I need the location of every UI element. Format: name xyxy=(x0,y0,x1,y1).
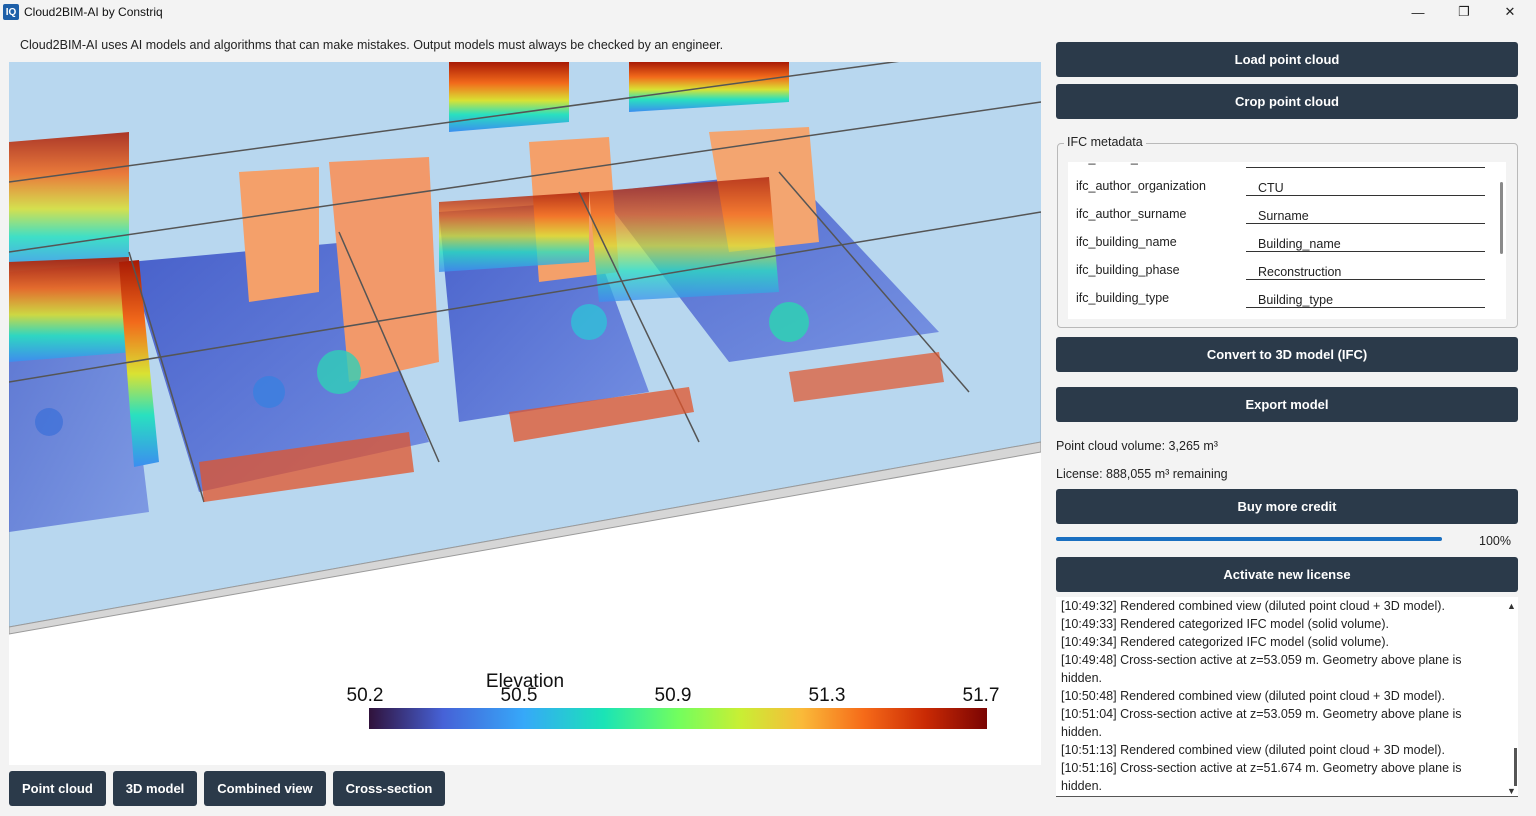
ifc-metadata-list[interactable]: ifc_author_name ifc_author_organization … xyxy=(1068,162,1506,319)
buy-more-credit-button[interactable]: Buy more credit xyxy=(1056,489,1518,524)
colorbar-tick: 50.9 xyxy=(654,685,692,706)
log-entry: [10:50:48] Rendered combined view (dilut… xyxy=(1061,689,1445,703)
app-logo-icon: IQ xyxy=(3,4,19,20)
window-title: Cloud2BIM-AI by Constriq xyxy=(24,5,163,19)
colorbar-tick: 50.2 xyxy=(346,685,384,706)
metadata-row: ifc_author_name xyxy=(1068,162,1506,172)
progress-bar xyxy=(1056,537,1442,541)
metadata-value-field[interactable]: Building_name xyxy=(1246,230,1485,252)
progress-bar-fill xyxy=(1056,537,1442,541)
metadata-key: ifc_building_phase xyxy=(1076,263,1180,277)
3d-viewport[interactable]: Elevation 50.2 50.5 50.9 51.3 51.7 xyxy=(9,62,1041,765)
metadata-row: ifc_building_phase Reconstruction xyxy=(1068,256,1506,284)
crop-point-cloud-button[interactable]: Crop point cloud xyxy=(1056,84,1518,119)
log-entry: [10:51:16] Cross-section active at z=51.… xyxy=(1061,761,1462,793)
load-point-cloud-button[interactable]: Load point cloud xyxy=(1056,42,1518,77)
metadata-value-field[interactable] xyxy=(1246,162,1485,168)
minimize-button[interactable]: — xyxy=(1395,0,1441,24)
metadata-value-field[interactable]: CTU xyxy=(1246,174,1485,196)
convert-to-ifc-button[interactable]: Convert to 3D model (IFC) xyxy=(1056,337,1518,372)
point-cloud-view-button[interactable]: Point cloud xyxy=(9,771,106,806)
metadata-value-field[interactable]: Building_type xyxy=(1246,286,1485,308)
log-output[interactable]: [10:49:32] Rendered combined view (dilut… xyxy=(1056,597,1518,797)
metadata-key: ifc_author_name xyxy=(1076,162,1169,165)
metadata-row: ifc_building_type Building_type xyxy=(1068,284,1506,312)
3d-model-view-button[interactable]: 3D model xyxy=(112,771,198,806)
colorbar-tick: 51.3 xyxy=(808,685,846,706)
log-entry: [10:51:04] Cross-section active at z=53.… xyxy=(1061,707,1462,739)
scroll-down-icon[interactable]: ▼ xyxy=(1507,786,1516,796)
elevation-colorbar xyxy=(369,708,987,729)
log-scrollbar[interactable] xyxy=(1514,748,1517,786)
metadata-row: ifc_author_organization CTU xyxy=(1068,172,1506,200)
colorbar-tick: 51.7 xyxy=(962,685,1000,706)
title-bar: IQ Cloud2BIM-AI by Constriq — ❐ ✕ xyxy=(0,0,1536,24)
view-tabs: Point cloud 3D model Combined view Cross… xyxy=(9,771,446,806)
export-model-button[interactable]: Export model xyxy=(1056,387,1518,422)
ifc-metadata-title: IFC metadata xyxy=(1064,135,1146,149)
close-button[interactable]: ✕ xyxy=(1487,0,1533,24)
cross-section-view-button[interactable]: Cross-section xyxy=(332,771,446,806)
scroll-up-icon[interactable]: ▲ xyxy=(1507,601,1516,611)
log-entry: [10:49:34] Rendered categorized IFC mode… xyxy=(1061,635,1389,649)
metadata-key: ifc_author_surname xyxy=(1076,207,1187,221)
combined-view-button[interactable]: Combined view xyxy=(204,771,326,806)
metadata-key: ifc_building_type xyxy=(1076,291,1170,305)
metadata-value-field[interactable]: Surname xyxy=(1246,202,1485,224)
colorbar-tick: 50.5 xyxy=(500,685,538,706)
activate-license-button[interactable]: Activate new license xyxy=(1056,557,1518,592)
point-cloud-volume-text: Point cloud volume: 3,265 m³ xyxy=(1056,439,1218,453)
license-remaining-text: License: 888,055 m³ remaining xyxy=(1056,467,1228,481)
log-entry: [10:49:32] Rendered combined view (dilut… xyxy=(1061,599,1445,613)
metadata-row: ifc_building_name Building_name xyxy=(1068,228,1506,256)
log-entry: [10:51:13] Rendered combined view (dilut… xyxy=(1061,743,1445,757)
point-cloud-render xyxy=(9,62,1041,635)
metadata-value-field[interactable]: Reconstruction xyxy=(1246,258,1485,280)
log-entry: [10:49:48] Cross-section active at z=53.… xyxy=(1061,653,1462,685)
metadata-key: ifc_building_name xyxy=(1076,235,1177,249)
metadata-key: ifc_author_organization xyxy=(1076,179,1206,193)
metadata-row: ifc_author_surname Surname xyxy=(1068,200,1506,228)
log-entry: [10:49:33] Rendered categorized IFC mode… xyxy=(1061,617,1389,631)
metadata-scrollbar[interactable] xyxy=(1500,182,1503,254)
maximize-button[interactable]: ❐ xyxy=(1441,0,1487,24)
disclaimer-text: Cloud2BIM-AI uses AI models and algorith… xyxy=(20,38,724,52)
progress-percent-text: 100% xyxy=(1479,534,1511,548)
